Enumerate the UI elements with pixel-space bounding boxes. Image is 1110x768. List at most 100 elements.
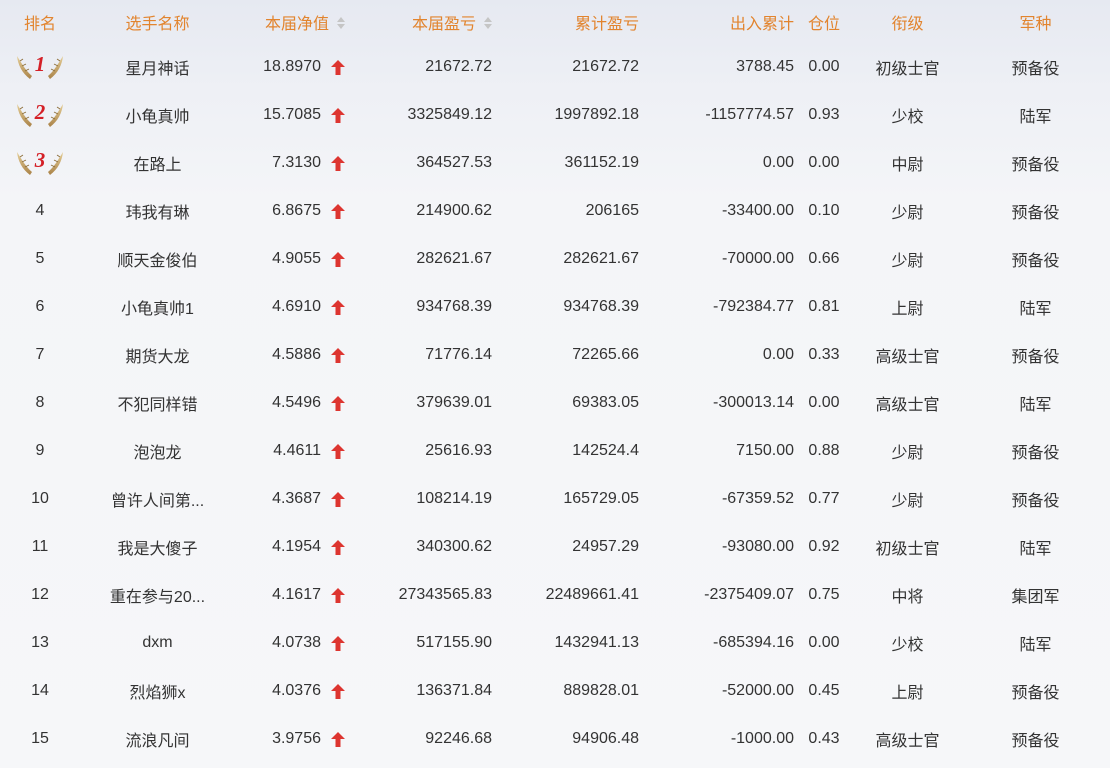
table-row[interactable]: 8 不犯同样错 4.5496 379639.01 69383.05 -300013.14 0… xyxy=(0,379,1110,427)
table-row[interactable]: 12 重在参与20... 4.1617 27343565.83 22489661.41 -… xyxy=(0,571,1110,619)
header-cumulative-pnl: 累计盈亏 xyxy=(574,15,639,33)
player-name[interactable]: 期货大龙 xyxy=(80,331,235,379)
laurel-wings-medal-icon: 1 xyxy=(14,52,66,82)
player-name[interactable]: 曾许人间第... xyxy=(80,475,235,523)
table-row[interactable]: 9 泡泡龙 4.4611 25616.93 142524.4 7150.00 0.88 少尉 预… xyxy=(0,427,1110,475)
player-name[interactable]: 玮我有琳 xyxy=(80,187,235,235)
table-row[interactable]: 11 我是大傻子 4.1954 340300.62 24957.29 -93080.00 0… xyxy=(0,523,1110,571)
header-deposit-withdraw: 出入累计 xyxy=(729,15,794,33)
table-row[interactable]: 4 玮我有琳 6.8675 214900.62 206165 -33400.00 0.10 少… xyxy=(0,187,1110,235)
player-name[interactable]: 不犯同样错 xyxy=(80,379,235,427)
net-value-cell: 3.9756 xyxy=(235,715,345,763)
position-ratio: 0.00 xyxy=(808,394,840,411)
table-row[interactable]: 2 小龟真帅 15.7085 3325849.12 1997892.18 -1157774… xyxy=(0,91,1110,139)
net-value: 4.3687 xyxy=(272,490,321,507)
profit-loss: 21672.72 xyxy=(425,58,492,75)
red-up-arrow-icon xyxy=(331,203,345,219)
rank-number: 7 xyxy=(35,346,45,363)
position-ratio: 0.77 xyxy=(808,490,840,507)
player-name[interactable]: 顺天金俊伯 xyxy=(80,235,235,283)
player-name[interactable]: 星月神话 xyxy=(80,43,235,91)
red-up-arrow-icon xyxy=(331,539,345,555)
net-value-cell: 4.1617 xyxy=(235,571,345,619)
rank-number: 2 xyxy=(34,100,46,124)
rank-title: 少校 xyxy=(891,109,924,126)
table-row[interactable]: 14 烈焰狮x 4.0376 136371.84 889828.01 -52000.00 0… xyxy=(0,667,1110,715)
branch: 预备役 xyxy=(1011,733,1060,750)
header-player-name: 选手名称 xyxy=(125,15,190,33)
table-row[interactable]: 7 期货大龙 4.5886 71776.14 72265.66 0.00 0.33 高级士官 预… xyxy=(0,331,1110,379)
branch: 集团军 xyxy=(1011,589,1060,606)
position-ratio: 0.66 xyxy=(808,250,840,267)
table-row[interactable]: 10 曾许人间第... 4.3687 108214.19 165729.05 -67359… xyxy=(0,475,1110,523)
profit-loss: 71776.14 xyxy=(425,346,492,363)
position-ratio: 0.45 xyxy=(808,682,840,699)
rank-title: 中尉 xyxy=(891,157,924,174)
rank-cell: 10 xyxy=(0,475,80,523)
net-value: 4.1617 xyxy=(272,586,321,603)
rank-title: 少校 xyxy=(891,637,924,654)
net-value-cell: 4.1954 xyxy=(235,523,345,571)
red-up-arrow-icon xyxy=(331,731,345,747)
rank-number: 4 xyxy=(35,202,45,219)
cumulative-pnl: 1432941.13 xyxy=(554,634,639,651)
rank-cell: 4 xyxy=(0,187,80,235)
deposit-withdraw-total: -685394.16 xyxy=(713,634,794,651)
cumulative-pnl: 94906.48 xyxy=(572,730,639,747)
player-name[interactable]: 在路上 xyxy=(80,139,235,187)
position-ratio: 0.75 xyxy=(808,586,840,603)
sort-arrows-icon[interactable] xyxy=(337,17,345,30)
player-name[interactable]: 小龟真帅 xyxy=(80,91,235,139)
player-name[interactable]: 烈焰狮x xyxy=(80,667,235,715)
rank-cell: 5 xyxy=(0,235,80,283)
cumulative-pnl: 24957.29 xyxy=(572,538,639,555)
table-row[interactable]: 1 星月神话 18.8970 21672.72 21672.72 3788.45 0.00 初… xyxy=(0,43,1110,91)
profit-loss: 517155.90 xyxy=(416,634,492,651)
table-row[interactable]: 13 dxm 4.0738 517155.90 1432941.13 -685394.16… xyxy=(0,619,1110,667)
red-up-arrow-icon xyxy=(331,395,345,411)
net-value: 3.9756 xyxy=(272,730,321,747)
player-name[interactable]: 重在参与20... xyxy=(80,571,235,619)
rank-title: 初级士官 xyxy=(875,541,940,558)
position-ratio: 0.92 xyxy=(808,538,840,555)
profit-loss: 934768.39 xyxy=(416,298,492,315)
header-position: 仓位 xyxy=(807,15,840,33)
red-up-arrow-icon xyxy=(331,299,345,315)
table-row[interactable]: 15 流浪凡间 3.9756 92246.68 94906.48 -1000.00 0.43… xyxy=(0,715,1110,763)
rank-title: 少尉 xyxy=(891,493,924,510)
header-profit-loss[interactable]: 本届盈亏 xyxy=(345,0,492,43)
position-ratio: 0.00 xyxy=(808,58,840,75)
sort-arrows-icon[interactable] xyxy=(484,17,492,30)
net-value: 18.8970 xyxy=(263,58,321,75)
cumulative-pnl: 72265.66 xyxy=(572,346,639,363)
deposit-withdraw-total: -1157774.57 xyxy=(705,106,794,123)
header-net-value[interactable]: 本届净值 xyxy=(235,0,345,43)
table-row[interactable]: 5 顺天金俊伯 4.9055 282621.67 282621.67 -70000.00 0… xyxy=(0,235,1110,283)
player-name[interactable]: dxm xyxy=(80,619,235,667)
player-name[interactable]: 我是大傻子 xyxy=(80,523,235,571)
rank-title: 初级士官 xyxy=(875,61,940,78)
rank-title: 中将 xyxy=(891,589,924,606)
position-ratio: 0.43 xyxy=(808,730,840,747)
laurel-wings-medal-icon: 2 xyxy=(14,100,66,130)
net-value-cell: 4.4611 xyxy=(235,427,345,475)
net-value: 4.9055 xyxy=(272,250,321,267)
header-profit-loss-label: 本届盈亏 xyxy=(411,15,476,33)
cumulative-pnl: 934768.39 xyxy=(563,298,639,315)
branch: 预备役 xyxy=(1011,493,1060,510)
profit-loss: 364527.53 xyxy=(416,154,492,171)
rank-cell: 15 xyxy=(0,715,80,763)
position-ratio: 0.93 xyxy=(808,106,840,123)
player-name[interactable]: 流浪凡间 xyxy=(80,715,235,763)
rank-cell: 1 xyxy=(0,43,80,91)
rank-number: 10 xyxy=(31,490,49,507)
position-ratio: 0.00 xyxy=(808,634,840,651)
net-value-cell: 4.3687 xyxy=(235,475,345,523)
rank-title: 上尉 xyxy=(891,685,924,702)
player-name[interactable]: 泡泡龙 xyxy=(80,427,235,475)
net-value: 4.5886 xyxy=(272,346,321,363)
table-row[interactable]: 3 在路上 7.3130 364527.53 361152.19 0.00 0.00 中尉 预备… xyxy=(0,139,1110,187)
branch: 陆军 xyxy=(1019,301,1052,318)
table-row[interactable]: 6 小龟真帅1 4.6910 934768.39 934768.39 -792384.77… xyxy=(0,283,1110,331)
player-name[interactable]: 小龟真帅1 xyxy=(80,283,235,331)
